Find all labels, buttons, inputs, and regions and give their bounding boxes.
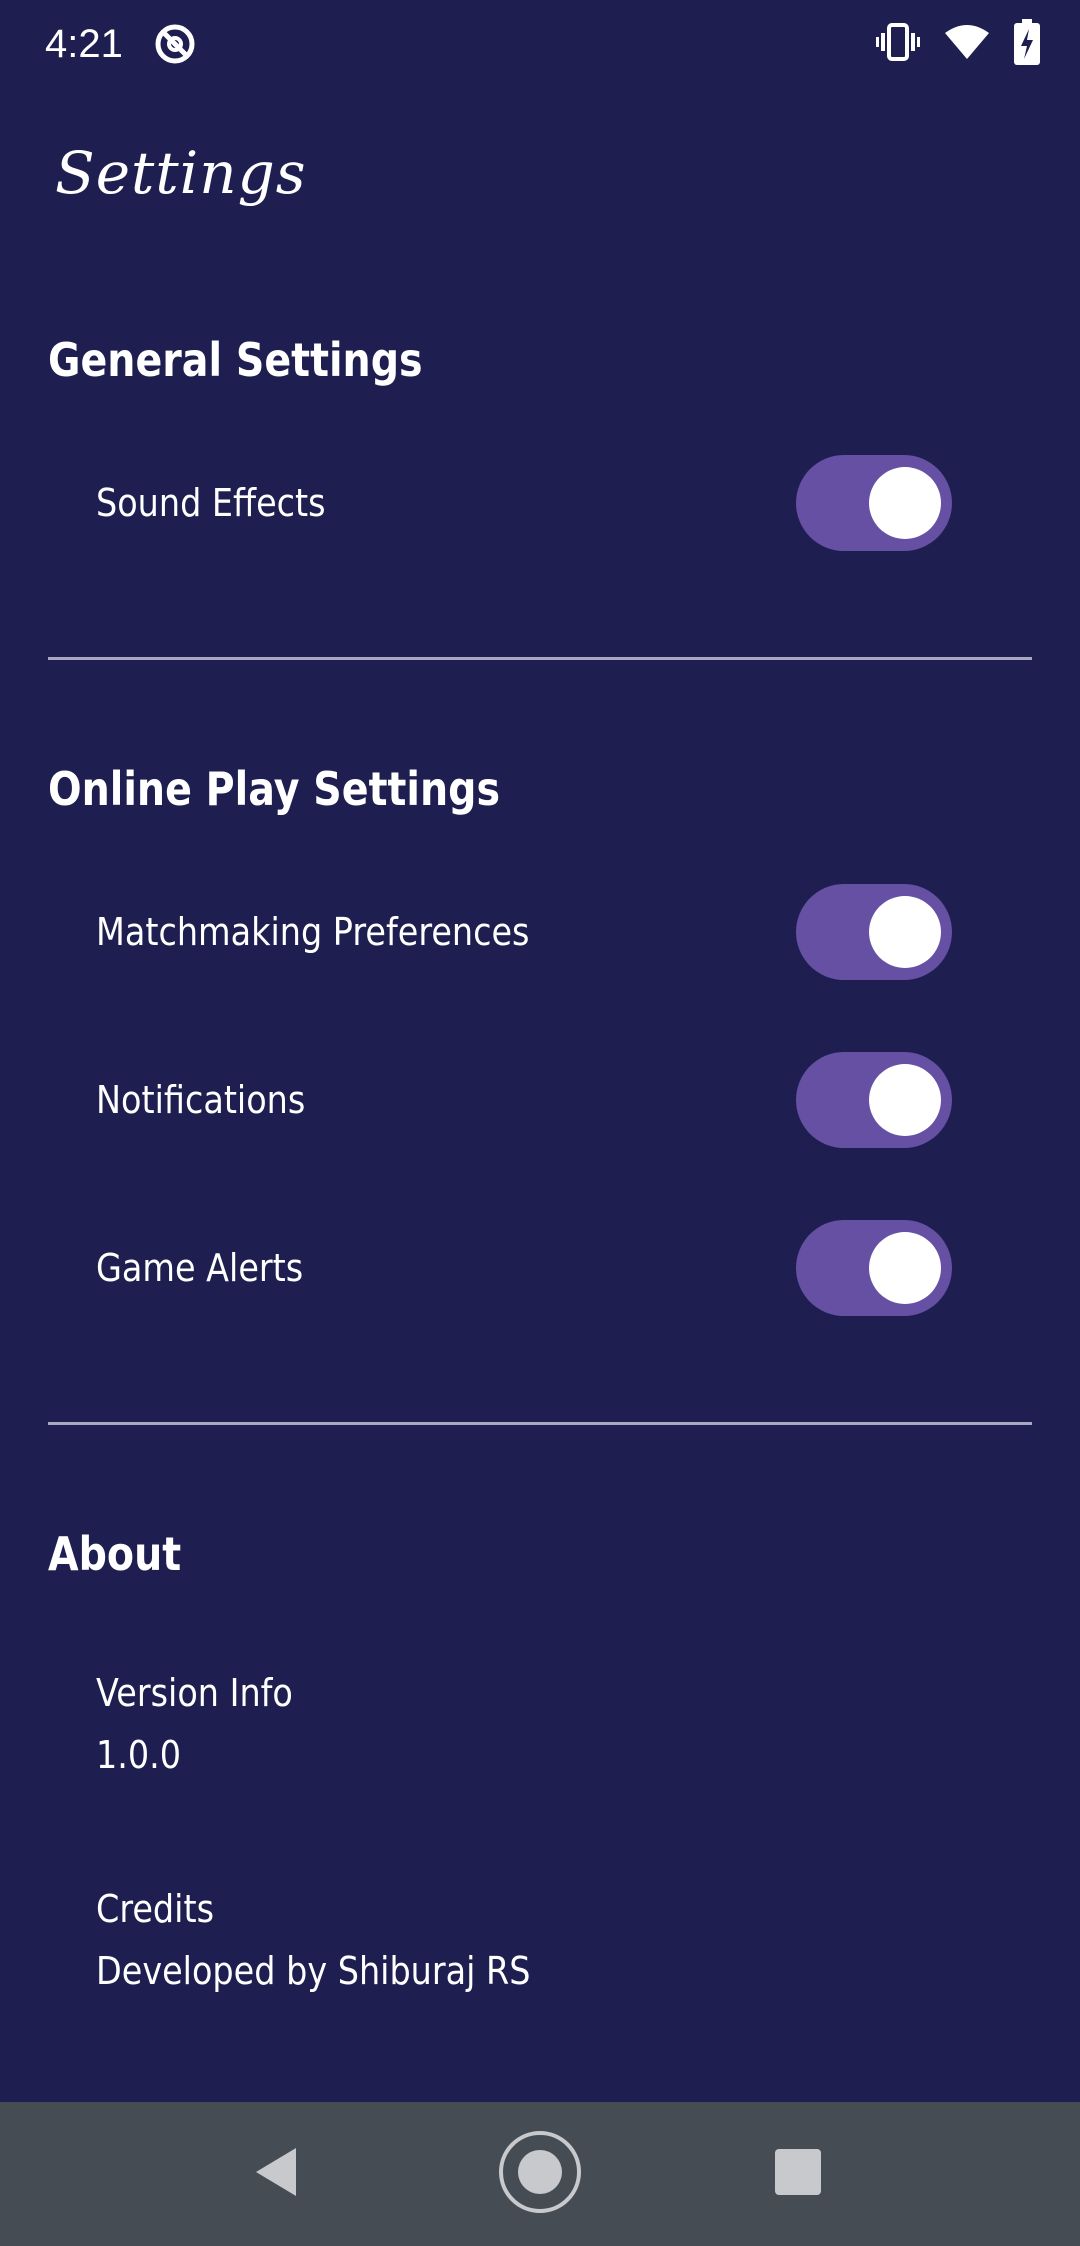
setting-label: Notifications bbox=[96, 1078, 306, 1122]
toggle-knob bbox=[869, 896, 941, 968]
navigation-bar bbox=[0, 2102, 1080, 2246]
wifi-icon bbox=[944, 23, 990, 66]
credits-title: Credits bbox=[96, 1887, 214, 1931]
notifications-toggle[interactable] bbox=[796, 1052, 952, 1148]
credits-value: Developed by Shiburaj RS bbox=[96, 1949, 531, 1993]
version-info-title: Version Info bbox=[96, 1671, 293, 1715]
vibrate-icon bbox=[876, 22, 920, 67]
setting-row-game-alerts: Game Alerts bbox=[96, 1218, 952, 1318]
setting-row-matchmaking-preferences: Matchmaking Preferences bbox=[96, 882, 952, 982]
sound-effects-toggle[interactable] bbox=[796, 455, 952, 551]
setting-label: Matchmaking Preferences bbox=[96, 910, 530, 954]
status-time: 4:21 bbox=[45, 22, 123, 66]
page-title: Settings bbox=[55, 139, 307, 207]
status-icons bbox=[876, 18, 1040, 70]
section-heading-about: About bbox=[48, 1527, 182, 1581]
section-heading-online-play: Online Play Settings bbox=[48, 762, 501, 816]
home-icon bbox=[498, 2130, 582, 2219]
setting-label: Sound Effects bbox=[96, 481, 326, 525]
toggle-knob bbox=[869, 1232, 941, 1304]
version-info-item: Version Info 1.0.0 bbox=[96, 1662, 946, 1786]
nav-recents-button[interactable] bbox=[718, 2102, 878, 2246]
setting-row-sound-effects: Sound Effects bbox=[96, 453, 952, 553]
divider bbox=[48, 657, 1032, 660]
matchmaking-preferences-toggle[interactable] bbox=[796, 884, 952, 980]
status-bar: 4:21 bbox=[0, 0, 1080, 88]
back-icon bbox=[254, 2146, 298, 2203]
divider bbox=[48, 1422, 1032, 1425]
credits-item: Credits Developed by Shiburaj RS bbox=[96, 1878, 946, 2002]
nav-back-button[interactable] bbox=[196, 2102, 356, 2246]
toggle-knob bbox=[869, 1064, 941, 1136]
version-info-value: 1.0.0 bbox=[96, 1733, 182, 1777]
toggle-knob bbox=[869, 467, 941, 539]
nav-home-button[interactable] bbox=[460, 2102, 620, 2246]
game-alerts-toggle[interactable] bbox=[796, 1220, 952, 1316]
setting-label: Game Alerts bbox=[96, 1246, 304, 1290]
no-entry-app-icon bbox=[153, 22, 197, 66]
setting-row-notifications: Notifications bbox=[96, 1050, 952, 1150]
recents-icon bbox=[774, 2148, 822, 2201]
battery-charging-icon bbox=[1014, 18, 1040, 70]
section-heading-general: General Settings bbox=[48, 333, 423, 387]
